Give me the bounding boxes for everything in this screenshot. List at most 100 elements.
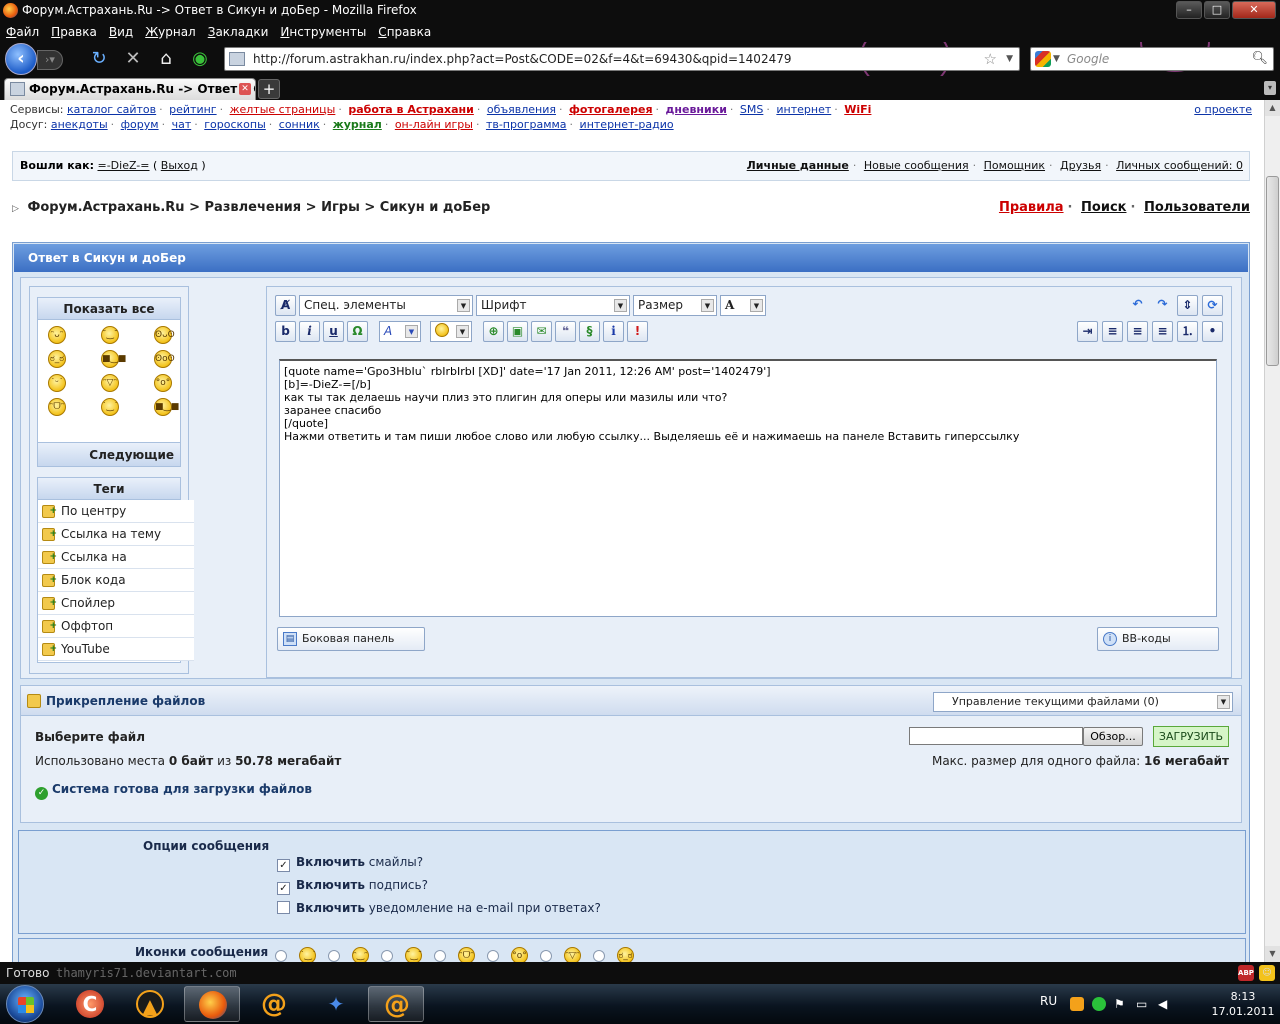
tab-list-icon[interactable]: ▾ [1264,81,1276,95]
emoticon-select[interactable]: ▼ [430,320,472,342]
smiley-addon-icon[interactable]: ☺ [1259,965,1275,981]
adblock-icon[interactable]: ABP [1238,965,1254,981]
new-tab-button[interactable]: + [258,79,280,99]
smiley-icon[interactable]: ᵔᴗᵔ [48,326,66,344]
smiley-icon[interactable]: ■‿■ [101,350,126,368]
link-yellow-pages[interactable]: желтые страницы [230,103,336,116]
scroll-down-icon[interactable]: ▼ [1265,946,1280,962]
taskbar-app-mail-agent-active[interactable]: @ [368,986,424,1022]
message-textarea[interactable]: [quote name='Gpo3HbIu` rbIrbIrbI [XD]' d… [279,359,1217,617]
link-internet[interactable]: интернет [776,103,831,116]
post-icon-radio[interactable] [593,949,605,962]
breadcrumb-topic[interactable]: Сикун и доБер [380,200,491,215]
text-style-select[interactable]: A ▼ [379,320,421,342]
reload-icon[interactable]: ↻ [88,48,110,70]
bold-icon[interactable]: b [275,320,296,342]
font-color-select[interactable]: A ▼ [720,294,766,316]
smiley-icon[interactable]: ʘoʘ [154,350,175,368]
url-history-dropdown-icon[interactable]: ▼ [1006,48,1013,70]
tab-forum-reply[interactable]: Форум.Астрахань.Ru -> Ответ в Сик... ✕ [4,78,256,100]
insert-image-icon[interactable]: ▣ [507,320,528,342]
taskbar-app-windows-live[interactable]: ✦ [308,986,364,1022]
manage-files-select[interactable]: Управление текущими файлами (0) ▼ [933,692,1233,712]
language-indicator[interactable]: RU [1040,994,1057,1008]
smiley-icon[interactable]: °o° [154,374,172,392]
file-path-input[interactable] [909,727,1083,745]
align-center-icon[interactable]: ≡ [1127,320,1148,342]
close-tab-icon[interactable]: ✕ [239,83,251,95]
link-ads[interactable]: объявления [487,103,556,116]
link-jokes[interactable]: анекдоты [51,118,108,131]
username-link[interactable]: =-DieZ-= [97,159,149,172]
breadcrumb-forum[interactable]: Форум.Астрахань.Ru [27,200,184,215]
post-icon-radio[interactable] [487,949,499,962]
tag-item-offtopic[interactable]: Оффтоп [38,615,194,638]
taskbar-app-mail-agent[interactable]: @ [246,986,302,1022]
next-smilies-link[interactable]: Следующие [38,442,180,466]
link-online-games[interactable]: он-лайн игры [395,118,473,131]
post-icon-radio[interactable] [275,949,287,962]
link-internet-radio[interactable]: интернет-радио [580,118,674,131]
switch-mode-icon[interactable]: ⟳ [1202,294,1223,316]
link-private-messages[interactable]: Личных сообщений: 0 [1116,159,1243,172]
start-button[interactable] [6,985,44,1023]
insert-email-icon[interactable]: ✉ [531,320,552,342]
smiley-icon[interactable]: ಠ_ಠ [48,350,66,368]
resize-editor-icon[interactable]: ⇕ [1177,294,1198,316]
info-icon[interactable]: i [603,320,624,342]
breadcrumb-games[interactable]: Игры [321,200,360,215]
link-chat[interactable]: чат [172,118,192,131]
menu-history[interactable]: Журнал [145,22,196,42]
link-jobs[interactable]: работа в Астрахани [348,103,474,116]
align-right-icon[interactable]: ≡ [1152,320,1173,342]
insert-code-icon[interactable]: § [579,320,600,342]
italic-icon[interactable]: i [299,320,320,342]
search-icon[interactable]: 🔍︎ [1251,48,1268,70]
link-search[interactable]: Поиск [1081,200,1126,215]
smiley-icon[interactable]: ᵔᗜᵔ [48,398,66,416]
insert-special-char-icon[interactable]: Ω [347,320,368,342]
smiley-icon[interactable]: ˘‿˘ [101,326,119,344]
post-icon-radio[interactable] [540,949,552,962]
tag-item-spoiler[interactable]: Спойлер [38,592,194,615]
enable-signature-checkbox[interactable]: ✓ [277,882,290,895]
size-select[interactable]: Размер ▼ [633,294,717,316]
insert-quote-icon[interactable]: ❝ [555,320,576,342]
maximize-button[interactable]: □ [1204,1,1230,19]
taskbar-app-ccleaner[interactable]: C [62,986,118,1022]
numbered-list-icon[interactable]: ⒈ [1177,320,1198,342]
side-panel-button[interactable]: ▤ Боковая панель [277,627,425,651]
tag-item-center[interactable]: По центру [38,500,194,523]
scrollbar-thumb[interactable] [1266,176,1279,366]
link-rating[interactable]: рейтинг [169,103,216,116]
link-members[interactable]: Пользователи [1144,200,1250,215]
link-assistant[interactable]: Помощник [984,159,1045,172]
align-left-icon[interactable]: ≡ [1102,320,1123,342]
post-icon-radio[interactable] [381,949,393,962]
tag-item-topic-link[interactable]: Ссылка на тему [38,523,194,546]
link-rules[interactable]: Правила [999,200,1064,215]
volume-icon[interactable]: ◀ [1158,997,1172,1011]
search-bar[interactable]: ▼ Google 🔍︎ [1030,47,1274,71]
tag-item-post-link[interactable]: Ссылка на сообщение [38,546,194,586]
logout-link[interactable]: Выход [161,159,198,172]
link-new-posts[interactable]: Новые сообщения [864,159,969,172]
link-about-project[interactable]: о проекте [1194,103,1252,116]
breadcrumb-entertainment[interactable]: Развлечения [205,200,302,215]
home-icon[interactable]: ⌂ [155,48,177,70]
taskbar-app-aimp[interactable]: ▲ [122,986,178,1022]
show-all-smilies-link[interactable]: Показать все [38,298,180,320]
link-sms[interactable]: SMS [740,103,763,116]
font-select[interactable]: Шрифт ▼ [476,294,630,316]
smiley-icon[interactable]: ˙‿˙ [101,398,119,416]
upload-button[interactable]: ЗАГРУЗИТЬ [1153,726,1229,747]
menu-bookmarks[interactable]: Закладки [208,22,269,42]
link-friends[interactable]: Друзья [1060,159,1101,172]
remove-format-icon[interactable]: A̸ [275,294,296,316]
menu-tools[interactable]: Инструменты [280,22,366,42]
scroll-up-icon[interactable]: ▲ [1265,100,1280,116]
underline-icon[interactable]: u [323,320,344,342]
link-photogallery[interactable]: фотогалерея [569,103,653,116]
browse-button[interactable]: Обзор... [1083,727,1143,746]
link-horoscopes[interactable]: гороскопы [204,118,266,131]
